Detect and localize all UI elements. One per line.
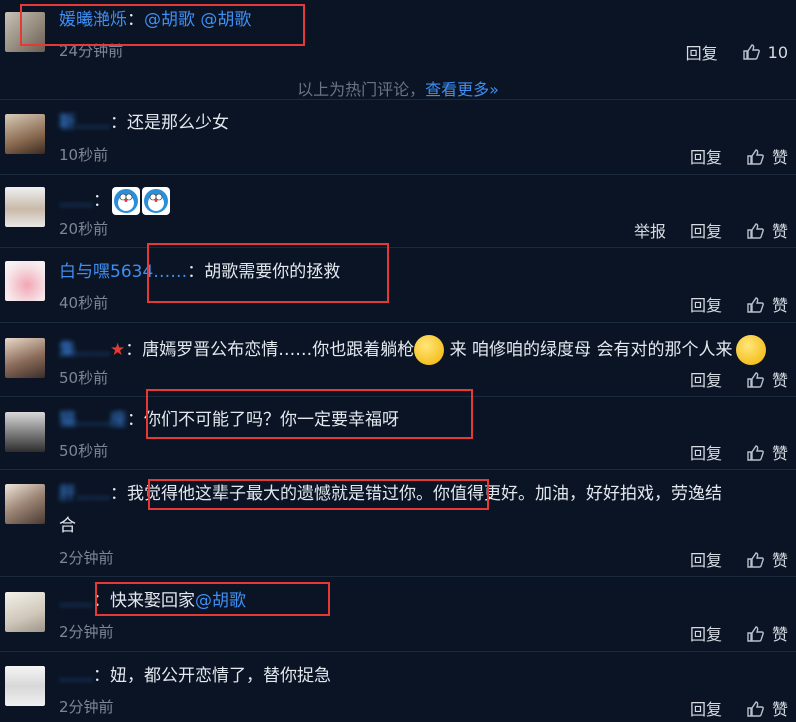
like-button[interactable]: 赞	[746, 218, 788, 242]
avatar[interactable]	[5, 484, 45, 524]
thumbs-up-icon	[747, 372, 764, 388]
username[interactable]: 肝……	[59, 484, 110, 504]
avatar[interactable]	[5, 666, 45, 706]
like-button[interactable]: 赞	[746, 144, 788, 168]
avatar[interactable]	[5, 412, 45, 452]
comment-actions: 回复 赞	[666, 696, 788, 720]
avatar[interactable]	[5, 114, 45, 154]
reply-button[interactable]: 回复	[690, 367, 722, 391]
comment-actions: 回复 赞	[666, 621, 788, 645]
reply-button[interactable]: 回复	[686, 40, 718, 64]
separator: ：	[93, 666, 110, 686]
like-button[interactable]: 10	[742, 43, 788, 62]
comment-actions: 回复 赞	[666, 144, 788, 168]
like-button[interactable]: 赞	[746, 440, 788, 464]
like-button[interactable]: 赞	[746, 367, 788, 391]
comment-text: 唐嫣罗晋公布恋情……你也跟着躺枪	[142, 340, 415, 360]
thumbs-up-icon	[747, 223, 764, 239]
username[interactable]: 集……	[59, 340, 110, 360]
comment-actions: 回复 赞	[666, 440, 788, 464]
doraemon-icon	[142, 187, 170, 215]
comment-time: 2分钟前	[59, 623, 114, 641]
thumbs-up-icon	[742, 43, 760, 60]
comment-text-wrap: 合	[59, 516, 76, 536]
like-button[interactable]: 赞	[746, 547, 788, 571]
doraemon-icon	[112, 187, 140, 215]
banner-text: 以上为热门评论，	[297, 80, 426, 99]
thumbs-up-icon	[747, 149, 764, 165]
comment-time: 50秒前	[59, 442, 109, 460]
highlight-box	[146, 389, 473, 439]
reply-button[interactable]: 回复	[690, 621, 722, 645]
reply-button[interactable]: 回复	[690, 292, 722, 316]
comment-actions: 回复 10	[662, 40, 788, 64]
avatar[interactable]	[5, 261, 45, 301]
separator: ：	[125, 340, 143, 360]
like-button[interactable]: 赞	[746, 292, 788, 316]
comment-text: 还是那么少女	[127, 113, 229, 133]
comment-actions: 举报 回复 赞	[610, 218, 788, 242]
comment-actions: 回复 赞	[666, 292, 788, 316]
report-button[interactable]: 举报	[634, 218, 666, 242]
separator: ：	[110, 113, 127, 133]
reply-button[interactable]: 回复	[690, 696, 722, 720]
avatar[interactable]	[5, 338, 45, 378]
thumbs-up-icon	[747, 701, 764, 717]
hot-comments-banner: 以上为热门评论，查看更多»	[0, 76, 796, 100]
separator: ：	[110, 484, 127, 504]
comment-item: 靳……：还是那么少女 10秒前 回复 赞	[0, 100, 796, 174]
separator: ：	[93, 191, 110, 211]
comment-item: ……：妞，都公开恋情了，替你捉急 2分钟前 回复 赞	[0, 652, 796, 722]
like-button[interactable]: 赞	[746, 621, 788, 645]
separator: ：	[127, 410, 144, 430]
comment-time: 10秒前	[59, 146, 109, 164]
star-badge-icon: ★	[110, 340, 126, 360]
username[interactable]: 猫……座	[59, 410, 127, 430]
comment-item: 集……★：唐嫣罗晋公布恋情……你也跟着躺枪 来 咱修咱的绿度母 会有对的那个人来…	[0, 323, 796, 396]
see-more-link[interactable]: 查看更多»	[425, 80, 499, 99]
worried-emoji-icon	[736, 335, 767, 365]
reply-button[interactable]: 回复	[690, 547, 722, 571]
comment-time: 20秒前	[59, 220, 109, 238]
highlight-box	[147, 243, 389, 303]
comment-item: ……： 20秒前 举报 回复 赞	[0, 175, 796, 247]
like-count: 10	[767, 42, 788, 62]
thumbs-up-icon	[747, 552, 764, 568]
comment-actions: 回复 赞	[666, 547, 788, 571]
thumbs-up-icon	[747, 297, 764, 313]
comment-actions: 回复 赞	[666, 367, 788, 391]
comment-time: 2分钟前	[59, 549, 114, 567]
comment-item: 白与嘿5634……：胡歌需要你的拯救 40秒前 回复 赞	[0, 248, 796, 322]
highlight-box	[148, 479, 489, 510]
thumbs-up-icon	[747, 626, 764, 642]
comment-text: 妞，都公开恋情了，替你捉急	[110, 666, 331, 686]
reply-button[interactable]: 回复	[690, 218, 722, 242]
highlight-box	[20, 4, 305, 46]
comment-time: 40秒前	[59, 294, 109, 312]
username[interactable]: ……	[59, 191, 93, 211]
comment-time: 50秒前	[59, 369, 109, 387]
thumbs-up-icon	[747, 445, 764, 461]
avatar[interactable]	[5, 187, 45, 227]
highlight-box	[95, 582, 330, 616]
username[interactable]: ……	[59, 666, 93, 686]
comment-text-continued: 来 咱修咱的绿度母 会有对的那个人来	[449, 340, 733, 360]
avatar[interactable]	[5, 592, 45, 632]
comment-time: 2分钟前	[59, 698, 114, 716]
reply-button[interactable]: 回复	[690, 144, 722, 168]
smirk-emoji-icon	[414, 335, 445, 365]
like-button[interactable]: 赞	[746, 696, 788, 720]
reply-button[interactable]: 回复	[690, 440, 722, 464]
username[interactable]: ……	[59, 591, 93, 611]
username[interactable]: 靳……	[59, 113, 110, 133]
